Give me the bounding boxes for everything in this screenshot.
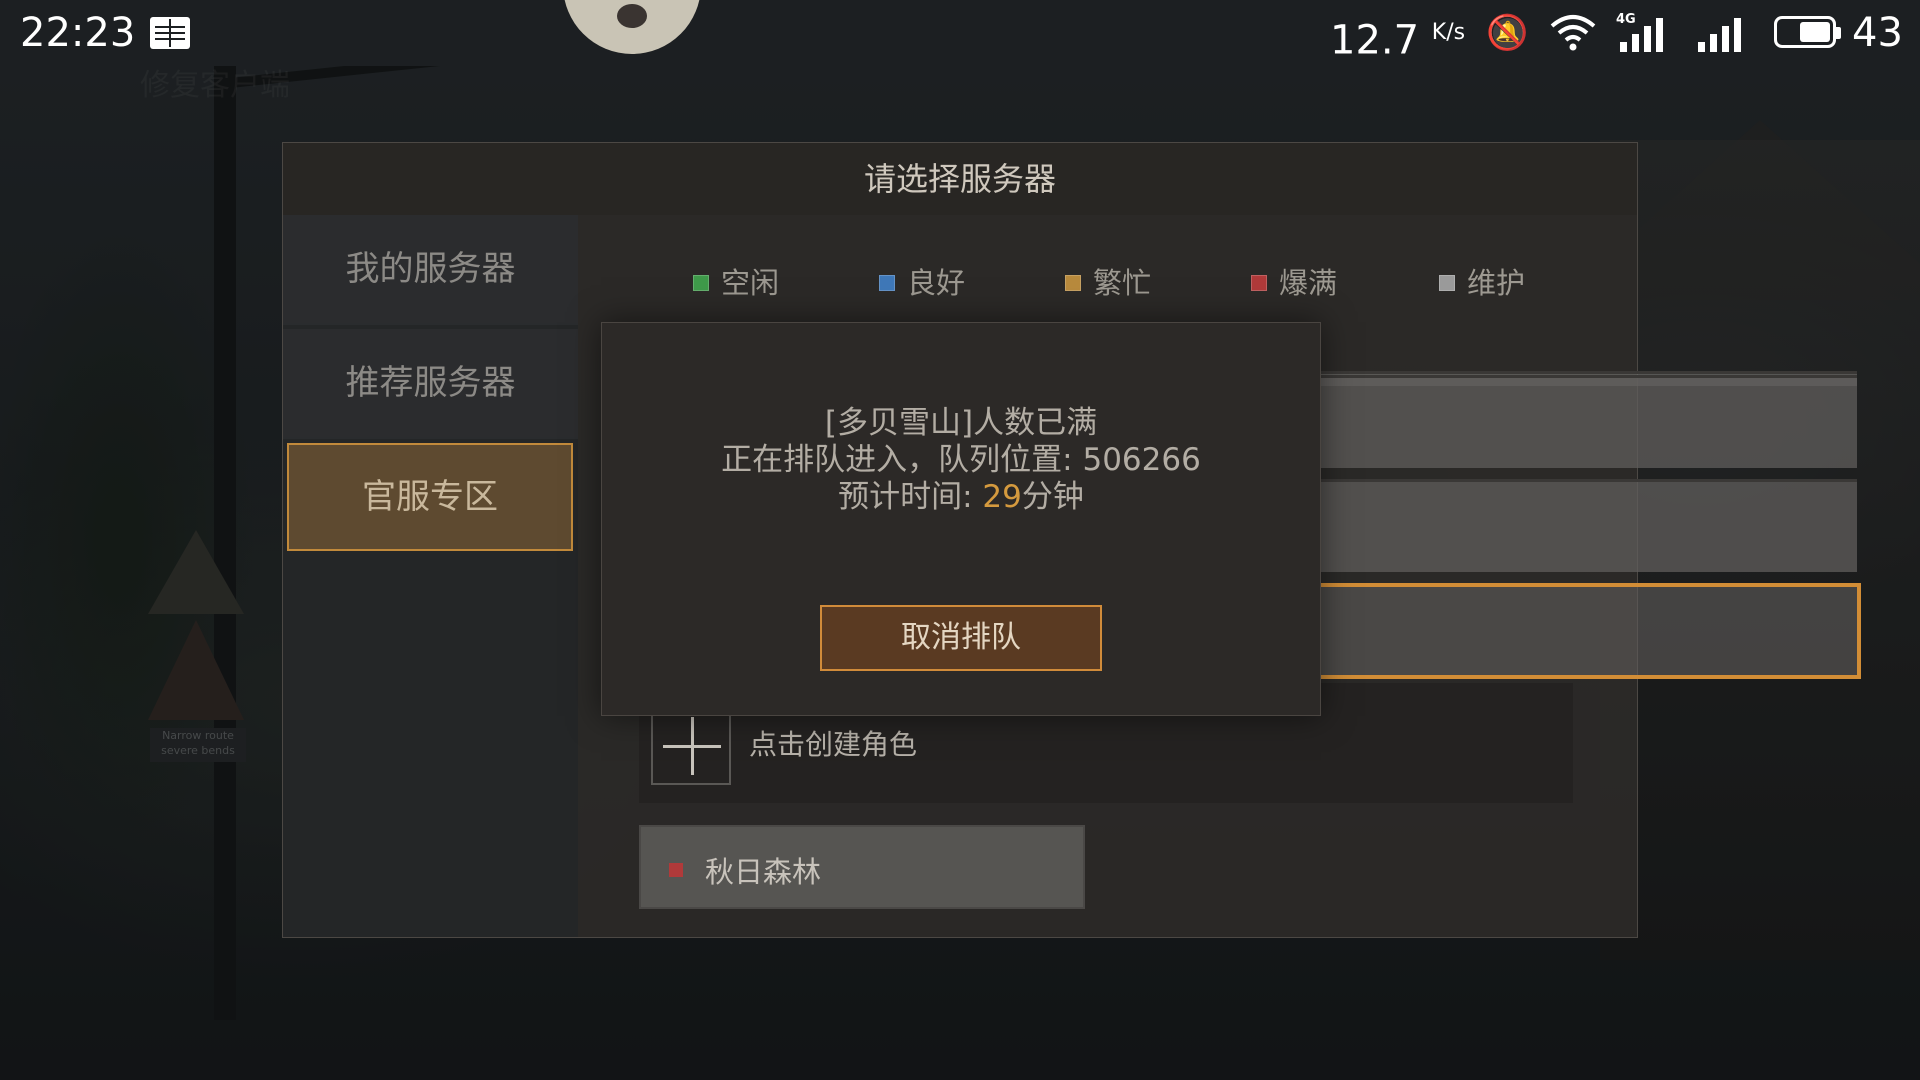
- status-swatch-icon: [1065, 275, 1081, 291]
- legend-label: 良好: [907, 266, 966, 300]
- tab-official-servers[interactable]: 官服专区: [287, 443, 573, 551]
- queue-eta-unit: 分钟: [1021, 479, 1084, 515]
- server-category-tabs: 我的服务器 推荐服务器 官服专区: [283, 215, 578, 937]
- battery-level: 43: [1852, 10, 1903, 56]
- queue-position-value: 506266: [1082, 442, 1201, 478]
- legend-maintenance: 维护: [1439, 263, 1525, 303]
- signal-icon: [1694, 14, 1748, 52]
- legend-busy: 繁忙: [1065, 263, 1151, 303]
- dialog-title: 请选择服务器: [283, 143, 1637, 215]
- network-type: 4G: [1616, 12, 1636, 27]
- queue-eta-line: 预计时间: 29分钟: [602, 479, 1320, 516]
- legend-label: 爆满: [1279, 266, 1338, 300]
- network-speed: 12.7 K/s: [1330, 10, 1465, 63]
- status-swatch-icon: [1251, 275, 1267, 291]
- queue-position-label: 正在排队进入，队列位置:: [721, 442, 1083, 478]
- mute-icon: 🔕: [1486, 13, 1529, 53]
- legend-idle: 空闲: [693, 263, 779, 303]
- status-bar: 22:23 12.7 K/s 🔕 4G 43: [0, 0, 1920, 66]
- server-status-legend: 空闲 良好 繁忙 爆满 维护: [693, 263, 1593, 303]
- tab-recommended-servers[interactable]: 推荐服务器: [283, 329, 578, 439]
- queue-full-line: [多贝雪山]人数已满: [824, 405, 1098, 441]
- clock: 22:23: [20, 10, 136, 56]
- server-slot[interactable]: [1317, 375, 1857, 468]
- queue-modal: [多贝雪山]人数已满 正在排队进入，队列位置: 506266 预计时间: 29分…: [601, 322, 1321, 716]
- status-swatch-icon: [693, 275, 709, 291]
- legend-label: 繁忙: [1093, 266, 1152, 300]
- queue-position-line: 正在排队进入，队列位置: 506266: [602, 442, 1320, 479]
- server-slot[interactable]: [1317, 479, 1857, 572]
- status-swatch-icon: [879, 275, 895, 291]
- network-speed-value: 12.7: [1330, 17, 1420, 64]
- signal-4g-icon: 4G: [1616, 12, 1670, 52]
- legend-label: 维护: [1467, 266, 1526, 300]
- server-status-icon: [669, 863, 683, 877]
- plus-icon[interactable]: [651, 705, 731, 785]
- queue-eta-label: 预计时间:: [838, 479, 983, 515]
- create-role-label: 点击创建角色: [749, 728, 918, 761]
- tab-my-servers[interactable]: 我的服务器: [283, 215, 578, 325]
- wifi-icon: [1550, 14, 1596, 52]
- status-swatch-icon: [1439, 275, 1455, 291]
- server-slot-selected[interactable]: [1315, 583, 1861, 679]
- server-entry[interactable]: 秋日森林: [639, 825, 1085, 909]
- server-name: 秋日森林: [705, 855, 822, 889]
- legend-full: 爆满: [1251, 263, 1337, 303]
- network-speed-unit: K/s: [1431, 20, 1466, 45]
- floating-avatar-icon[interactable]: [563, 0, 701, 54]
- reader-icon: [150, 17, 190, 49]
- queue-message: [多贝雪山]人数已满 正在排队进入，队列位置: 506266 预计时间: 29分…: [602, 405, 1320, 516]
- cancel-queue-button[interactable]: 取消排队: [820, 605, 1102, 671]
- legend-good: 良好: [879, 263, 965, 303]
- battery-icon: [1774, 16, 1841, 48]
- queue-eta-minutes: 29: [982, 479, 1022, 515]
- legend-label: 空闲: [721, 266, 780, 300]
